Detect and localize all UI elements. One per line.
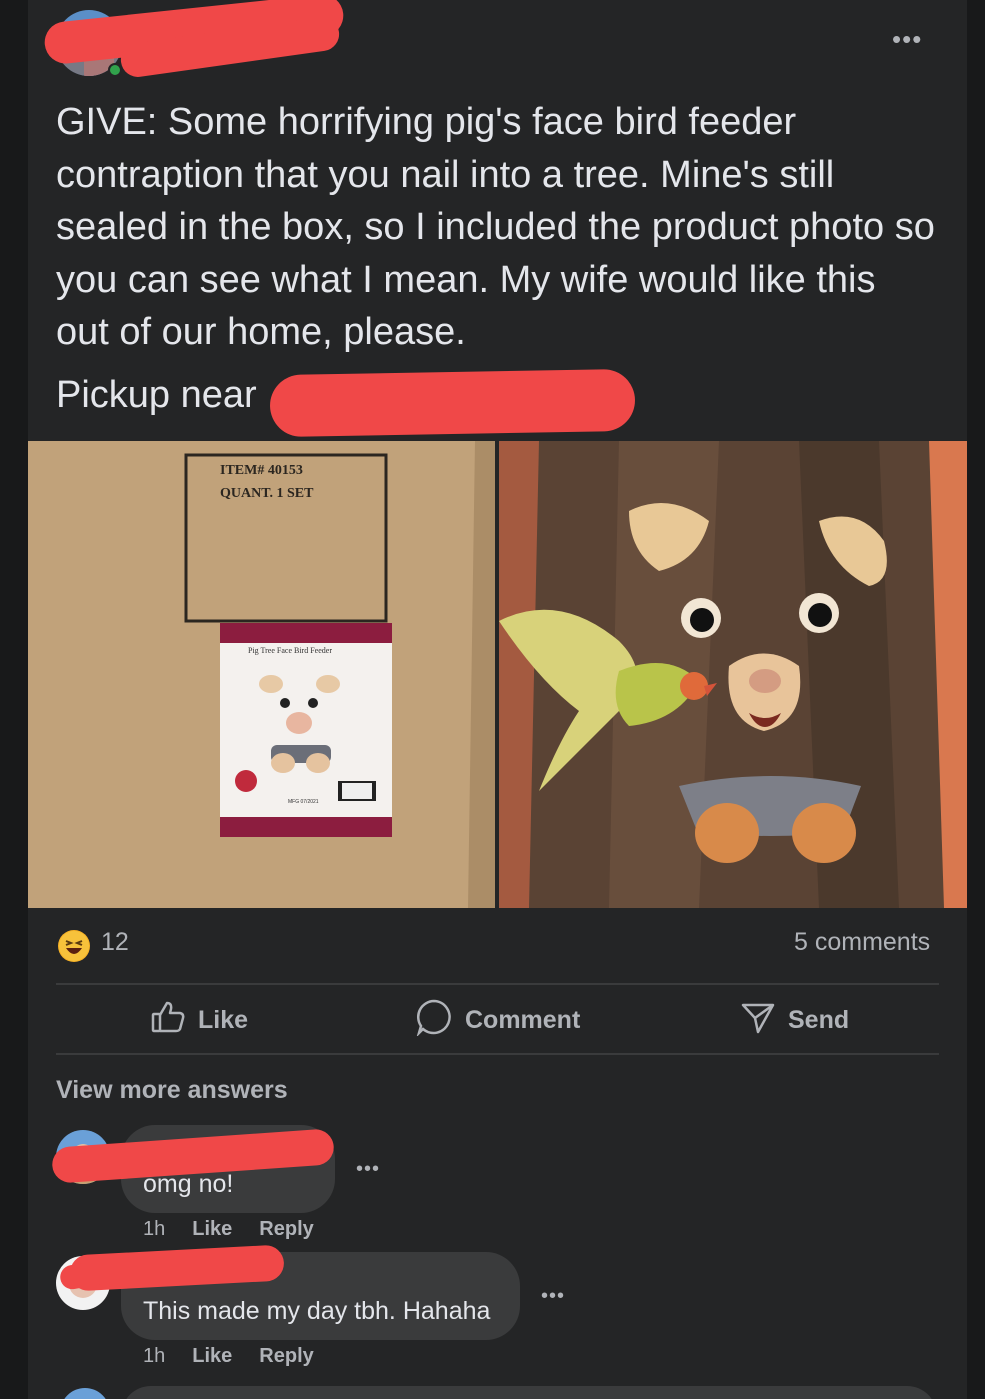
comment-options-icon[interactable]: ••• (541, 1286, 565, 1306)
send-icon (740, 999, 776, 1042)
send-button[interactable]: Send (740, 1000, 849, 1040)
send-label: Send (788, 1005, 850, 1034)
comment-reply-link[interactable]: Reply (259, 1218, 313, 1241)
comment-like-link[interactable]: Like (192, 1218, 232, 1241)
comment-button[interactable]: Comment (415, 998, 581, 1043)
comment-bubble-partial (121, 1386, 937, 1399)
box-label-item: ITEM# 40153 (220, 463, 303, 478)
comment-like-link[interactable]: Like (192, 1345, 232, 1368)
product-card-code: MFG 07/2021 (288, 799, 319, 805)
like-button[interactable]: Like (150, 1000, 248, 1040)
comment-meta: 1h Like Reply (143, 1218, 314, 1241)
like-icon (150, 999, 186, 1042)
comment-text: This made my day tbh. Hahaha (143, 1297, 491, 1325)
photo-feeder[interactable] (499, 441, 967, 908)
photo-box[interactable]: ITEM# 40153 QUANT. 1 SET Pig Tree Face B… (28, 441, 495, 908)
post-options-icon[interactable]: ••• (892, 26, 922, 52)
product-card-title: Pig Tree Face Bird Feeder (248, 646, 332, 655)
comment-reply-link[interactable]: Reply (259, 1345, 313, 1368)
view-more-answers[interactable]: View more answers (56, 1076, 288, 1105)
divider-bottom (56, 1053, 939, 1055)
reaction-count[interactable]: 12 (101, 928, 129, 957)
pickup-location: Pickup near (56, 372, 257, 418)
online-status-dot (108, 63, 122, 77)
comment-icon (415, 998, 453, 1043)
comment-label: Comment (465, 1005, 581, 1034)
comment-time: 1h (143, 1218, 166, 1240)
comment-options-icon[interactable]: ••• (356, 1159, 380, 1179)
box-label-quant: QUANT. 1 SET (220, 486, 314, 501)
reaction-icon[interactable] (58, 930, 90, 962)
post-text: GIVE: Some horrifying pig's face bird fe… (56, 101, 935, 353)
like-label: Like (198, 1005, 249, 1034)
comments-count[interactable]: 5 comments (794, 928, 930, 957)
comment-meta: 1h Like Reply (143, 1345, 314, 1368)
comment-time: 1h (143, 1345, 166, 1367)
location-redaction (269, 368, 636, 438)
pickup-label: Pickup near (56, 374, 257, 416)
divider-top (56, 983, 939, 985)
